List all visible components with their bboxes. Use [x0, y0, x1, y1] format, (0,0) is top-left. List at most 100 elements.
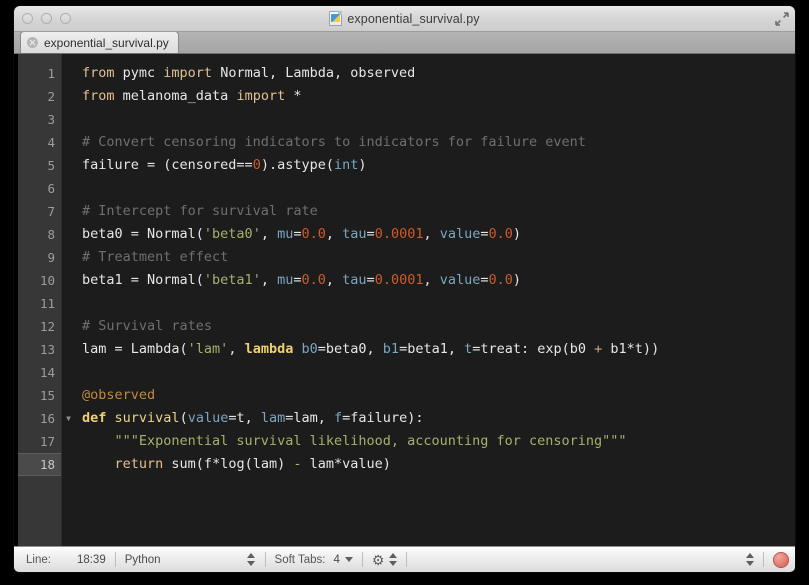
- code-token: =beta1,: [399, 341, 465, 357]
- code-token: return: [114, 456, 164, 472]
- soft-tabs-value[interactable]: 4: [333, 554, 339, 566]
- code-token: =: [366, 226, 375, 242]
- code-token: Normal, Lambda, observed: [212, 65, 416, 81]
- code-line[interactable]: failure = (censored==0).astype(int): [82, 154, 795, 177]
- line-value: 18:39: [76, 553, 106, 566]
- code-line[interactable]: [82, 177, 795, 200]
- code-token: =: [293, 226, 302, 242]
- gear-icon[interactable]: ⚙: [372, 553, 385, 567]
- window-title: exponential_survival.py: [329, 11, 480, 26]
- code-token: lambda: [244, 341, 294, 357]
- code-token: 'lam': [187, 341, 229, 357]
- code-line[interactable]: beta0 = Normal('beta0', mu=0.0, tau=0.00…: [82, 223, 795, 246]
- code-line[interactable]: # Treatment effect: [82, 246, 795, 269]
- code-line[interactable]: @observed: [82, 384, 795, 407]
- status-bar: Line: 18:39 Python Soft Tabs: 4 ⚙: [14, 546, 795, 572]
- code-token: # Convert censoring indicators to indica…: [82, 134, 586, 150]
- code-token: b1: [382, 341, 400, 357]
- line-number[interactable]: 2: [18, 85, 61, 108]
- line-number[interactable]: 3: [18, 108, 61, 131]
- code-token: =: [480, 226, 489, 242]
- code-line[interactable]: # Survival rates: [82, 315, 795, 338]
- code-token: melanoma_data: [114, 88, 237, 104]
- right-stepper-icon[interactable]: [745, 553, 754, 566]
- language-stepper-icon[interactable]: [247, 553, 256, 566]
- code-token: 'beta1': [203, 272, 261, 288]
- code-line[interactable]: # Intercept for survival rate: [82, 200, 795, 223]
- code-token: 0.0: [301, 272, 326, 288]
- line-number[interactable]: 18: [18, 453, 61, 476]
- code-token: lam = Lambda(: [82, 341, 188, 357]
- code-line[interactable]: from melanoma_data import *: [82, 85, 795, 108]
- line-number[interactable]: 4: [18, 131, 61, 154]
- code-token: 0.0: [488, 272, 513, 288]
- chevron-down-icon[interactable]: ▼: [61, 407, 71, 430]
- line-number[interactable]: 11: [18, 292, 61, 315]
- code-token: =treat: exp(b0: [472, 341, 595, 357]
- code-token: =failure):: [342, 410, 424, 426]
- line-number[interactable]: 15: [18, 384, 61, 407]
- code-editor[interactable]: 1 2 3 4 5 6 7 8 9 10 11 12 13 14 15 16 ▼ 17 18 from pymc i…: [14, 54, 795, 546]
- code-token: ,: [325, 226, 343, 242]
- code-token: ,: [423, 272, 440, 288]
- line-number[interactable]: 13: [18, 338, 61, 361]
- code-token: ): [358, 157, 367, 173]
- minimize-button[interactable]: [41, 13, 52, 24]
- line-number[interactable]: 12: [18, 315, 61, 338]
- divider: [361, 552, 363, 567]
- code-token: beta1 = Normal(: [82, 272, 204, 288]
- code-token: 0: [252, 157, 261, 173]
- code-line[interactable]: [82, 108, 795, 131]
- tab-label: exponential_survival.py: [44, 35, 169, 50]
- line-number[interactable]: 5: [18, 154, 61, 177]
- line-number[interactable]: 16 ▼: [18, 407, 71, 430]
- code-token: value: [439, 226, 481, 242]
- code-line[interactable]: [82, 292, 795, 315]
- line-number[interactable]: 9: [18, 246, 61, 269]
- line-number[interactable]: 14: [18, 361, 61, 384]
- line-number[interactable]: 1: [18, 62, 61, 85]
- close-icon[interactable]: [27, 37, 38, 48]
- code-token: *: [285, 88, 302, 104]
- line-number[interactable]: 6: [18, 177, 61, 200]
- code-token: mu: [277, 272, 294, 288]
- code-token: ,: [260, 272, 278, 288]
- document-pencil-icon: [329, 11, 343, 26]
- code-token: sum(f*log(lam): [163, 456, 294, 472]
- code-line[interactable]: [82, 361, 795, 384]
- gear-stepper-icon[interactable]: [388, 553, 397, 566]
- language-selector[interactable]: Python: [125, 554, 161, 566]
- tab-exponential-survival[interactable]: exponential_survival.py: [20, 31, 179, 53]
- code-area[interactable]: from pymc import Normal, Lambda, observe…: [62, 54, 795, 546]
- fullscreen-expand-icon[interactable]: [772, 9, 791, 28]
- code-token: b1*t)): [602, 341, 660, 357]
- divider: [264, 552, 266, 567]
- code-line[interactable]: from pymc import Normal, Lambda, observe…: [82, 62, 795, 85]
- code-token: # Survival rates: [82, 318, 213, 334]
- line-number[interactable]: 7: [18, 200, 61, 223]
- code-token: tau: [342, 272, 367, 288]
- code-line[interactable]: lam = Lambda('lam', lambda b0=beta0, b1=…: [82, 338, 795, 361]
- zoom-button[interactable]: [60, 13, 71, 24]
- code-line[interactable]: """Exponential survival likelihood, acco…: [82, 430, 795, 453]
- caret-down-icon[interactable]: [344, 557, 353, 562]
- code-token: from: [82, 88, 115, 104]
- line-number[interactable]: 17: [18, 430, 61, 453]
- code-token: =: [293, 272, 302, 288]
- code-line[interactable]: return sum(f*log(lam) - lam*value): [82, 453, 795, 476]
- code-line[interactable]: def survival(value=t, lam=lam, f=failure…: [82, 407, 795, 430]
- code-token: value: [187, 410, 229, 426]
- close-button[interactable]: [22, 13, 33, 24]
- line-number[interactable]: 10: [18, 269, 61, 292]
- code-line[interactable]: # Convert censoring indicators to indica…: [82, 131, 795, 154]
- line-number-gutter: 1 2 3 4 5 6 7 8 9 10 11 12 13 14 15 16 ▼ 17 18: [18, 54, 71, 546]
- code-token: =lam,: [285, 410, 335, 426]
- code-token: =: [366, 272, 375, 288]
- divider: [763, 552, 764, 567]
- record-button-icon[interactable]: [773, 551, 789, 568]
- code-token: @observed: [82, 387, 156, 403]
- line-number[interactable]: 8: [18, 223, 61, 246]
- code-token: survival: [114, 410, 180, 426]
- divider: [406, 552, 408, 567]
- code-line[interactable]: beta1 = Normal('beta1', mu=0.0, tau=0.00…: [82, 269, 795, 292]
